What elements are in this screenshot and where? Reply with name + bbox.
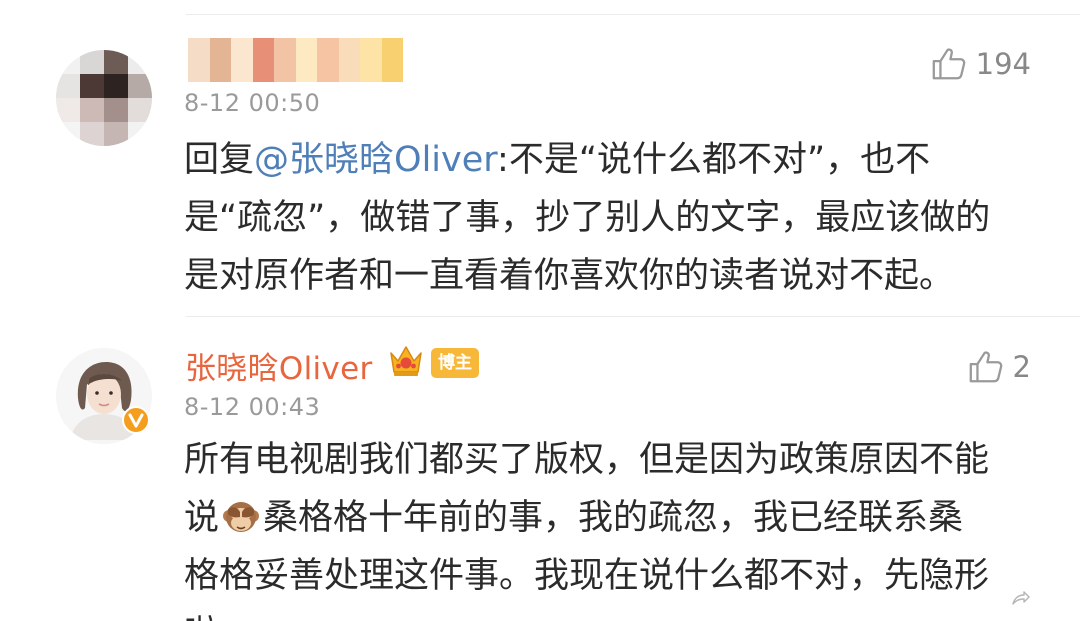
blurred-avatar	[56, 50, 152, 146]
blogger-badge: 博主	[431, 348, 479, 378]
username[interactable]: 张晓晗Oliver	[185, 343, 373, 388]
comment-item: 张晓晗Oliver 博主 8-12 00:43 2 所有电视剧我们都买了版权，但…	[0, 317, 1080, 621]
comment-line-text: 说	[184, 498, 220, 538]
comment-item: 8-12 00:50 194 回复@张晓晗Oliver:不是“说什么都不对”，也…	[0, 0, 1080, 316]
comment-text: 所有电视剧我们都买了版权，但是因为政策原因不能 说 桑格格十年前的事，我的疏忽，…	[184, 431, 1044, 621]
like-button[interactable]: 194	[930, 44, 1031, 84]
comment-line-text: 桑格格十年前的事，我的疏忽，我已经联系桑	[263, 498, 964, 538]
user-mention-link[interactable]: @张晓晗Oliver	[254, 140, 497, 180]
crown-icon	[390, 346, 422, 376]
verified-v-icon	[122, 406, 150, 434]
reply-prefix: 回复	[184, 140, 255, 180]
like-count: 194	[975, 47, 1031, 81]
comment-line: 说 桑格格十年前的事，我的疏忽，我已经联系桑	[184, 489, 1044, 547]
timestamp: 8-12 00:43	[184, 393, 321, 421]
see-no-evil-monkey-icon	[223, 502, 260, 532]
comment-line: 是对原作者和一直看着你喜欢你的读者说对不起。	[184, 256, 955, 296]
comment-line: 回复@张晓晗Oliver:不是“说什么都不对”，也不	[184, 131, 1044, 189]
thumbs-up-icon	[969, 351, 1002, 383]
comment-line: 格格妥善处理这件事。我现在说什么都不对，先隐形	[184, 556, 990, 596]
timestamp: 8-12 00:50	[184, 89, 321, 117]
share-arrow-icon	[1012, 591, 1030, 605]
avatar[interactable]	[56, 50, 152, 146]
comment-line: 啦	[184, 605, 1044, 621]
comment-feed: 8-12 00:50 194 回复@张晓晗Oliver:不是“说什么都不对”，也…	[0, 0, 1080, 621]
comment-line-text: :不是“说什么都不对”，也不	[497, 140, 931, 180]
comment-line: 是“疏忽”，做错了事，抄了别人的文字，最应该做的	[184, 198, 991, 238]
comment-text: 回复@张晓晗Oliver:不是“说什么都不对”，也不 是“疏忽”，做错了事，抄了…	[184, 131, 1044, 305]
thumbs-up-icon	[932, 48, 965, 80]
like-count: 2	[1012, 350, 1031, 384]
comment-line: 所有电视剧我们都买了版权，但是因为政策原因不能	[184, 440, 990, 480]
username-pixelated[interactable]	[188, 38, 403, 82]
like-button[interactable]: 2	[967, 347, 1031, 387]
